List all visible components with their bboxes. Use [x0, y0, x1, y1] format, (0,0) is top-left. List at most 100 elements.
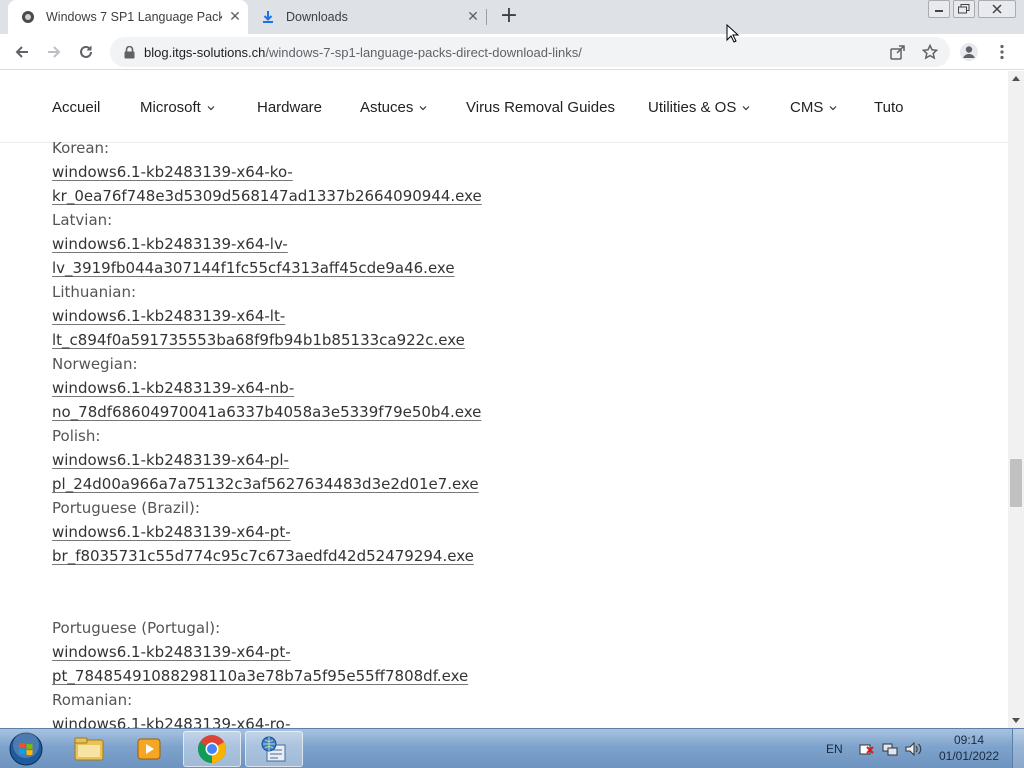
site-favicon-icon [20, 9, 36, 25]
start-button[interactable] [6, 731, 46, 767]
network-globe-icon [261, 736, 286, 762]
nav-tuto[interactable]: Tuto [874, 99, 903, 116]
reload-button[interactable] [74, 40, 98, 64]
forward-button[interactable] [42, 40, 66, 64]
language-label: Polish: [52, 427, 101, 445]
download-link[interactable]: windows6.1-kb2483139-x64-lt-lt_c894f0a59… [52, 304, 952, 352]
volume-icon[interactable] [905, 729, 923, 768]
taskbar-clock[interactable]: 09:14 01/01/2022 [930, 732, 1008, 764]
lock-icon [114, 45, 144, 59]
windows-start-orb-icon [9, 732, 43, 766]
download-link[interactable]: windows6.1-kb2483139-x64-lv-lv_3919fb044… [52, 232, 952, 280]
language-label: Korean: [52, 139, 110, 157]
network-icon[interactable] [882, 729, 898, 768]
vertical-scrollbar[interactable] [1008, 71, 1024, 728]
nav-label: CMS [790, 99, 824, 116]
avatar-icon [960, 43, 978, 61]
language-label: Lithuanian: [52, 283, 137, 301]
windows-taskbar: EN 09:14 01/01/2022 [0, 728, 1024, 768]
chrome-icon [198, 735, 226, 763]
clock-time: 09:14 [953, 733, 985, 747]
download-link-line1: windows6.1-kb2483139-x64-pt- [52, 523, 291, 541]
minimize-icon [935, 10, 943, 12]
chevron-down-icon [742, 105, 750, 110]
nav-label: Utilities & OS [648, 99, 737, 116]
language-label: Norwegian: [52, 355, 138, 373]
download-link[interactable]: windows6.1-kb2483139-x64-ko-kr_0ea76f748… [52, 160, 952, 208]
download-link-line1: windows6.1-kb2483139-x64-ro- [52, 715, 291, 728]
bookmark-star-icon[interactable] [915, 37, 945, 67]
nav-cms[interactable]: CMS [790, 99, 837, 116]
tab-strip: Windows 7 SP1 Language Packs ✕ Downloads… [0, 0, 1024, 34]
nav-utilities-os[interactable]: Utilities & OS [648, 99, 750, 116]
download-link-line1: windows6.1-kb2483139-x64-lv- [52, 235, 288, 253]
download-link-line1: windows6.1-kb2483139-x64-ko- [52, 163, 293, 181]
browser-toolbar: blog.itgs-solutions.ch/windows-7-sp1-lan… [0, 34, 1024, 70]
menu-button[interactable] [990, 40, 1014, 64]
taskbar-chrome-button[interactable] [183, 731, 241, 767]
download-link-line1: windows6.1-kb2483139-x64-lt- [52, 307, 286, 325]
mouse-cursor-icon [726, 24, 740, 43]
download-link[interactable]: windows6.1-kb2483139-x64-ro- [52, 712, 952, 728]
action-center-icon[interactable] [858, 729, 874, 768]
restore-icon [958, 4, 970, 14]
nav-virus-removal-guides[interactable]: Virus Removal Guides [466, 99, 615, 116]
nav-label: Astuces [360, 99, 414, 116]
tab-close-icon[interactable]: ✕ [460, 9, 486, 25]
download-link-line1: windows6.1-kb2483139-x64-pt- [52, 643, 291, 661]
download-link-line2: pl_24d00a966a7a75132c3af5627634483d3e2d0… [52, 475, 479, 493]
tab-divider [486, 9, 487, 25]
site-navigation: Accueil Microsoft Hardware Astuces Virus… [0, 71, 1008, 143]
download-link[interactable]: windows6.1-kb2483139-x64-pt-br_f8035731c… [52, 520, 952, 568]
language-label: Romanian: [52, 691, 133, 709]
scroll-down-arrow-icon[interactable] [1008, 714, 1024, 728]
download-link-line1: windows6.1-kb2483139-x64-nb- [52, 379, 295, 397]
minimize-button[interactable] [928, 0, 950, 18]
taskbar-network-app-button[interactable] [245, 731, 303, 767]
folder-icon [74, 737, 104, 761]
download-icon [260, 9, 276, 25]
taskbar-explorer-button[interactable] [60, 731, 118, 767]
nav-microsoft[interactable]: Microsoft [140, 99, 215, 116]
language-label: Latvian: [52, 211, 113, 229]
media-player-icon [137, 738, 161, 760]
new-tab-button[interactable]: + [498, 4, 520, 30]
show-desktop-button[interactable] [1012, 729, 1024, 768]
tab-title: Windows 7 SP1 Language Packs [46, 10, 222, 24]
close-icon [992, 4, 1002, 14]
chevron-down-icon [207, 105, 215, 110]
tab-downloads[interactable]: Downloads ✕ [248, 0, 486, 34]
language-indicator[interactable]: EN [826, 729, 843, 768]
taskbar-media-player-button[interactable] [120, 731, 178, 767]
nav-hardware[interactable]: Hardware [257, 99, 322, 116]
download-link-line1: windows6.1-kb2483139-x64-pl- [52, 451, 289, 469]
arrow-left-icon [15, 46, 28, 58]
download-link[interactable]: windows6.1-kb2483139-x64-nb-no_78df68604… [52, 376, 952, 424]
url-text: blog.itgs-solutions.ch/windows-7-sp1-lan… [144, 45, 582, 60]
back-button[interactable] [10, 40, 34, 64]
scroll-up-arrow-icon[interactable] [1008, 71, 1024, 85]
url-path: /windows-7-sp1-language-packs-direct-dow… [265, 44, 582, 60]
url-host: blog.itgs-solutions.ch [144, 44, 266, 60]
scrollbar-thumb[interactable] [1010, 459, 1022, 507]
download-link[interactable]: windows6.1-kb2483139-x64-pl-pl_24d00a966… [52, 448, 952, 496]
tab-title: Downloads [286, 10, 348, 24]
nav-accueil[interactable]: Accueil [52, 99, 100, 116]
address-bar[interactable]: blog.itgs-solutions.ch/windows-7-sp1-lan… [110, 37, 950, 67]
download-link-line2: kr_0ea76f748e3d5309d568147ad1337b2664090… [52, 187, 482, 205]
language-label: Portuguese (Portugal): [52, 619, 221, 637]
share-icon[interactable] [882, 37, 912, 67]
nav-label: Virus Removal Guides [466, 99, 615, 116]
download-link[interactable]: windows6.1-kb2483139-x64-pt-pt_784854910… [52, 640, 952, 688]
close-window-button[interactable] [978, 0, 1016, 18]
profile-button[interactable] [957, 40, 981, 64]
reload-icon [80, 45, 92, 58]
tab-language-packs[interactable]: Windows 7 SP1 Language Packs ✕ [8, 0, 248, 34]
kebab-menu-icon [1000, 44, 1004, 60]
article-content: Korean: windows6.1-kb2483139-x64-ko-kr_0… [52, 136, 952, 728]
download-link-line2: pt_78485491088298110a3e78b7a5f95e55ff780… [52, 667, 469, 685]
tab-close-icon[interactable]: ✕ [222, 9, 248, 25]
nav-astuces[interactable]: Astuces [360, 99, 427, 116]
restore-button[interactable] [953, 0, 975, 18]
